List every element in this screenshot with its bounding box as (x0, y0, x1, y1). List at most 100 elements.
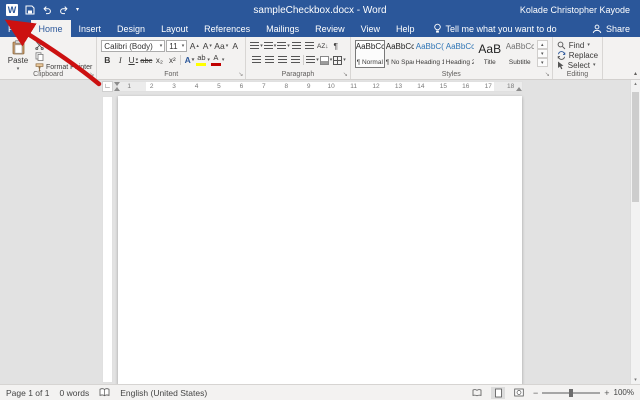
justify-button[interactable] (289, 54, 301, 66)
line-spacing-button[interactable]: ▾ (306, 54, 319, 66)
zoom-out-button[interactable]: − (533, 388, 538, 398)
numbering-button[interactable]: ▾ (264, 40, 277, 52)
styles-more-button[interactable]: ▾ (537, 58, 548, 67)
right-indent-marker[interactable] (516, 87, 522, 91)
show-formatting-button[interactable]: ¶ (330, 40, 342, 52)
collapse-ribbon-button[interactable]: ▴ (634, 70, 637, 77)
justify-icon (291, 56, 300, 64)
select-button[interactable]: Select ▾ (557, 60, 598, 70)
replace-button[interactable]: Replace (557, 50, 598, 60)
text-highlight-button[interactable]: ab ▾ (196, 54, 210, 66)
read-mode-button[interactable] (470, 387, 484, 399)
copy-button[interactable] (35, 52, 92, 61)
style-card[interactable]: AaBbCcL Subtitle (505, 40, 535, 68)
cut-button[interactable] (35, 41, 92, 50)
caret-up-icon: ▴ (196, 43, 199, 49)
clipboard-group-label: Clipboard (0, 71, 96, 78)
paragraph-dialog-launcher-icon[interactable]: ↘ (343, 72, 348, 78)
ribbon-tab[interactable]: Layout (153, 20, 196, 37)
undo-button[interactable] (42, 5, 52, 15)
clear-formatting-button[interactable]: A (229, 40, 241, 52)
clipboard-dialog-launcher-icon[interactable]: ↘ (89, 72, 94, 78)
account-name[interactable]: Kolade Christopher Kayode (520, 5, 640, 15)
style-card[interactable]: AaBbC( Heading 1 (415, 40, 445, 68)
tab-stop-selector[interactable]: ∟ (102, 81, 113, 92)
ribbon-tab[interactable]: Insert (71, 20, 110, 37)
superscript-button[interactable]: x² (166, 54, 178, 66)
tell-me-box[interactable]: Tell me what you want to do (433, 20, 557, 37)
font-color-button[interactable]: A ▾ (211, 54, 225, 66)
styles-dialog-launcher-icon[interactable]: ↘ (545, 72, 550, 78)
clipboard-group: Paste ▾ Format Painter Clipboard ↘ (0, 37, 97, 79)
italic-button[interactable]: I (114, 54, 126, 66)
zoom-in-button[interactable]: + (604, 388, 609, 398)
shrink-font-button[interactable]: A▾ (201, 40, 213, 52)
style-card[interactable]: AaBbCcE Heading 2 (445, 40, 475, 68)
ribbon-tab[interactable]: Home (31, 20, 71, 37)
style-card[interactable]: AaB Title (475, 40, 505, 68)
ruler-number: 16 (455, 82, 477, 91)
zoom-slider[interactable] (542, 392, 600, 394)
word-count[interactable]: 0 words (59, 388, 89, 398)
paste-button[interactable]: Paste ▾ (4, 40, 32, 72)
format-painter-label: Format Painter (46, 64, 92, 71)
underline-button[interactable]: U▾ (127, 54, 139, 66)
first-line-indent-marker[interactable] (114, 82, 120, 86)
web-layout-button[interactable] (512, 387, 526, 399)
align-right-button[interactable] (276, 54, 288, 66)
ribbon: Paste ▾ Format Painter Clipboard ↘ (0, 37, 640, 80)
align-center-button[interactable] (263, 54, 275, 66)
bullets-button[interactable]: ▾ (250, 40, 263, 52)
scrollbar-thumb[interactable] (632, 92, 639, 202)
text-effects-button[interactable]: A▾ (183, 54, 195, 66)
left-indent-marker[interactable] (114, 87, 120, 91)
ribbon-tab[interactable]: Review (307, 20, 353, 37)
styles-scroll-down-button[interactable]: ▾ (537, 49, 548, 58)
qat-customize-icon[interactable]: ▾ (76, 7, 79, 13)
language-indicator[interactable]: English (United States) (120, 388, 207, 398)
decrease-indent-button[interactable] (291, 40, 303, 52)
save-button[interactable] (25, 5, 35, 15)
redo-button[interactable] (59, 5, 69, 15)
person-icon (592, 24, 602, 34)
chevron-down-icon: ▾ (260, 43, 263, 49)
font-family-combo[interactable]: Calibri (Body) ▾ (101, 40, 165, 52)
ribbon-tab[interactable]: View (353, 20, 388, 37)
grow-font-button[interactable]: A▴ (188, 40, 200, 52)
tab-file[interactable]: File (0, 20, 31, 37)
font-dialog-launcher-icon[interactable]: ↘ (238, 72, 243, 78)
style-card[interactable]: AaBbCcDc ¶ Normal (355, 40, 385, 68)
align-left-button[interactable] (250, 54, 262, 66)
style-card[interactable]: AaBbCcDc ¶ No Spac... (385, 40, 415, 68)
ribbon-tab[interactable]: References (196, 20, 258, 37)
subscript-button[interactable]: x₂ (153, 54, 165, 66)
word-logo-icon[interactable]: W (6, 4, 18, 16)
increase-indent-button[interactable] (304, 40, 316, 52)
page-indicator[interactable]: Page 1 of 1 (6, 388, 49, 398)
scroll-down-icon[interactable]: ▾ (631, 377, 640, 383)
document-page[interactable] (118, 96, 522, 385)
line-spacing-icon (306, 56, 315, 64)
borders-button[interactable]: ▾ (333, 54, 346, 66)
change-case-button[interactable]: Aa▾ (214, 40, 228, 52)
ribbon-tab[interactable]: Mailings (258, 20, 307, 37)
styles-scroll-up-button[interactable]: ▴ (537, 40, 548, 49)
proofing-status[interactable] (99, 388, 110, 397)
find-button[interactable]: Find ▾ (557, 40, 598, 50)
font-size-combo[interactable]: 11 ▾ (166, 40, 187, 52)
ribbon-tab[interactable]: Design (109, 20, 153, 37)
share-button[interactable]: Share (592, 20, 640, 37)
scroll-up-icon[interactable]: ▴ (631, 81, 640, 87)
ribbon-tab[interactable]: Help (388, 20, 423, 37)
chevron-down-icon: ▾ (587, 42, 590, 48)
print-layout-button[interactable] (491, 387, 505, 399)
zoom-percentage[interactable]: 100% (614, 388, 634, 397)
zoom-slider-thumb[interactable] (569, 389, 573, 397)
sort-button[interactable]: AZ↓ (317, 40, 329, 52)
multilevel-list-button[interactable]: ▾ (277, 40, 290, 52)
strikethrough-button[interactable]: abc (140, 54, 152, 66)
vertical-scrollbar[interactable]: ▴ ▾ (630, 80, 640, 384)
style-name: Subtitle (509, 59, 531, 66)
bold-button[interactable]: B (101, 54, 113, 66)
shading-button[interactable]: ▾ (320, 54, 333, 66)
